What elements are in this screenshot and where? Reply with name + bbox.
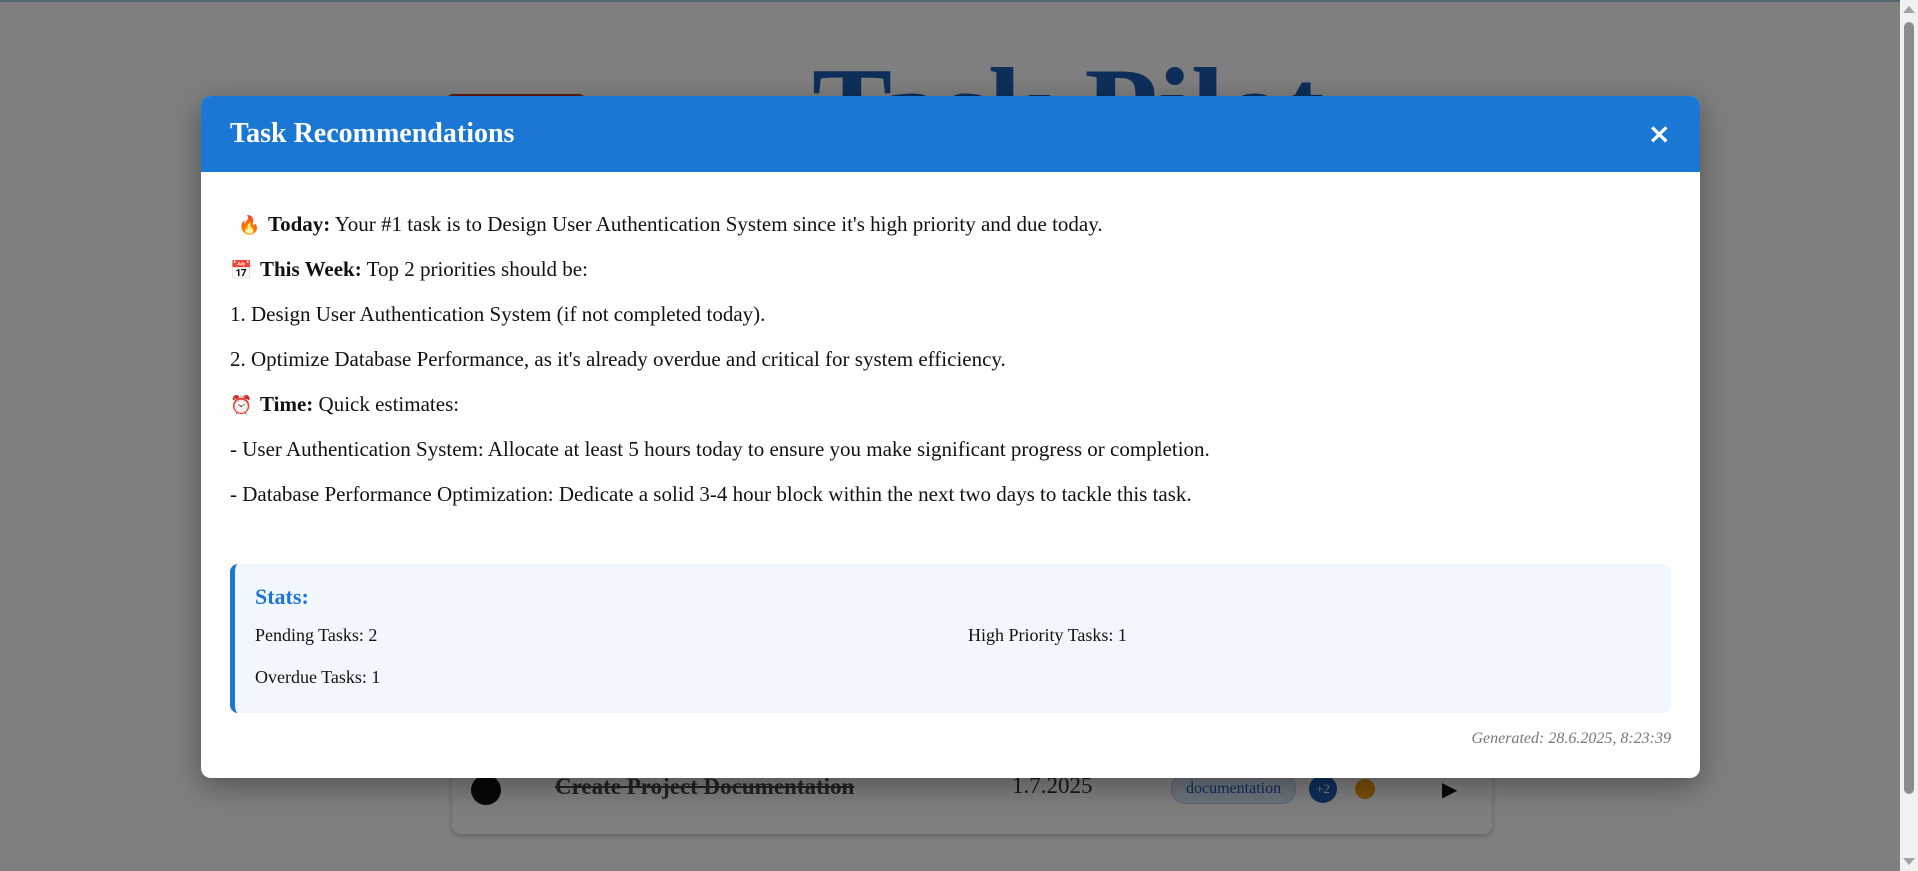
- stats-title: Stats:: [255, 584, 309, 609]
- stat-high-priority-tasks: High Priority Tasks: 1: [968, 625, 1127, 645]
- stat-overdue-tasks: Overdue Tasks: 1: [255, 667, 381, 687]
- modal-title: Task Recommendations: [230, 118, 515, 149]
- time-item-2: - Database Performance Optimization: Ded…: [230, 482, 1192, 506]
- time-item-1: - User Authentication System: Allocate a…: [230, 437, 1210, 461]
- calendar-icon: 📅: [230, 260, 253, 281]
- page-scrollbar[interactable]: [1900, 0, 1918, 871]
- recommendation-time: ⏰ Time: Quick estimates:: [230, 382, 1671, 427]
- week-label: This Week:: [260, 257, 362, 281]
- today-text: Your #1 task is to Design User Authentic…: [330, 212, 1103, 236]
- generated-timestamp: Generated: 28.6.2025, 8:23:39: [1471, 730, 1671, 747]
- scroll-up-arrow-icon[interactable]: [1903, 6, 1915, 13]
- week-text: Top 2 priorities should be:: [361, 257, 588, 281]
- today-label: Today:: [268, 212, 331, 236]
- fire-icon: 🔥: [238, 215, 261, 236]
- week-item-2: 2. Optimize Database Performance, as it'…: [230, 347, 1006, 371]
- scrollbar-thumb[interactable]: [1904, 22, 1914, 794]
- recommendation-week: 📅 This Week: Top 2 priorities should be:: [230, 247, 1671, 292]
- alarm-clock-icon: ⏰: [230, 395, 253, 416]
- recommendation-today: 🔥 Today: Your #1 task is to Design User A…: [230, 202, 1671, 247]
- stats-panel: Stats: Pending Tasks: 2 High Priority Ta…: [230, 564, 1671, 713]
- modal-body: 🔥 Today: Your #1 task is to Design User A…: [201, 172, 1700, 713]
- time-label: Time:: [260, 392, 314, 416]
- week-item-1: 1. Design User Authentication System (if…: [230, 302, 766, 326]
- scroll-down-arrow-icon[interactable]: [1903, 858, 1915, 865]
- recommendations-modal: Task Recommendations × 🔥 Today: Your #1 t…: [201, 96, 1700, 778]
- time-text: Quick estimates:: [313, 392, 460, 416]
- modal-header: Task Recommendations ×: [201, 96, 1700, 172]
- close-icon[interactable]: ×: [1648, 120, 1671, 148]
- stat-pending-tasks: Pending Tasks: 2: [255, 625, 378, 645]
